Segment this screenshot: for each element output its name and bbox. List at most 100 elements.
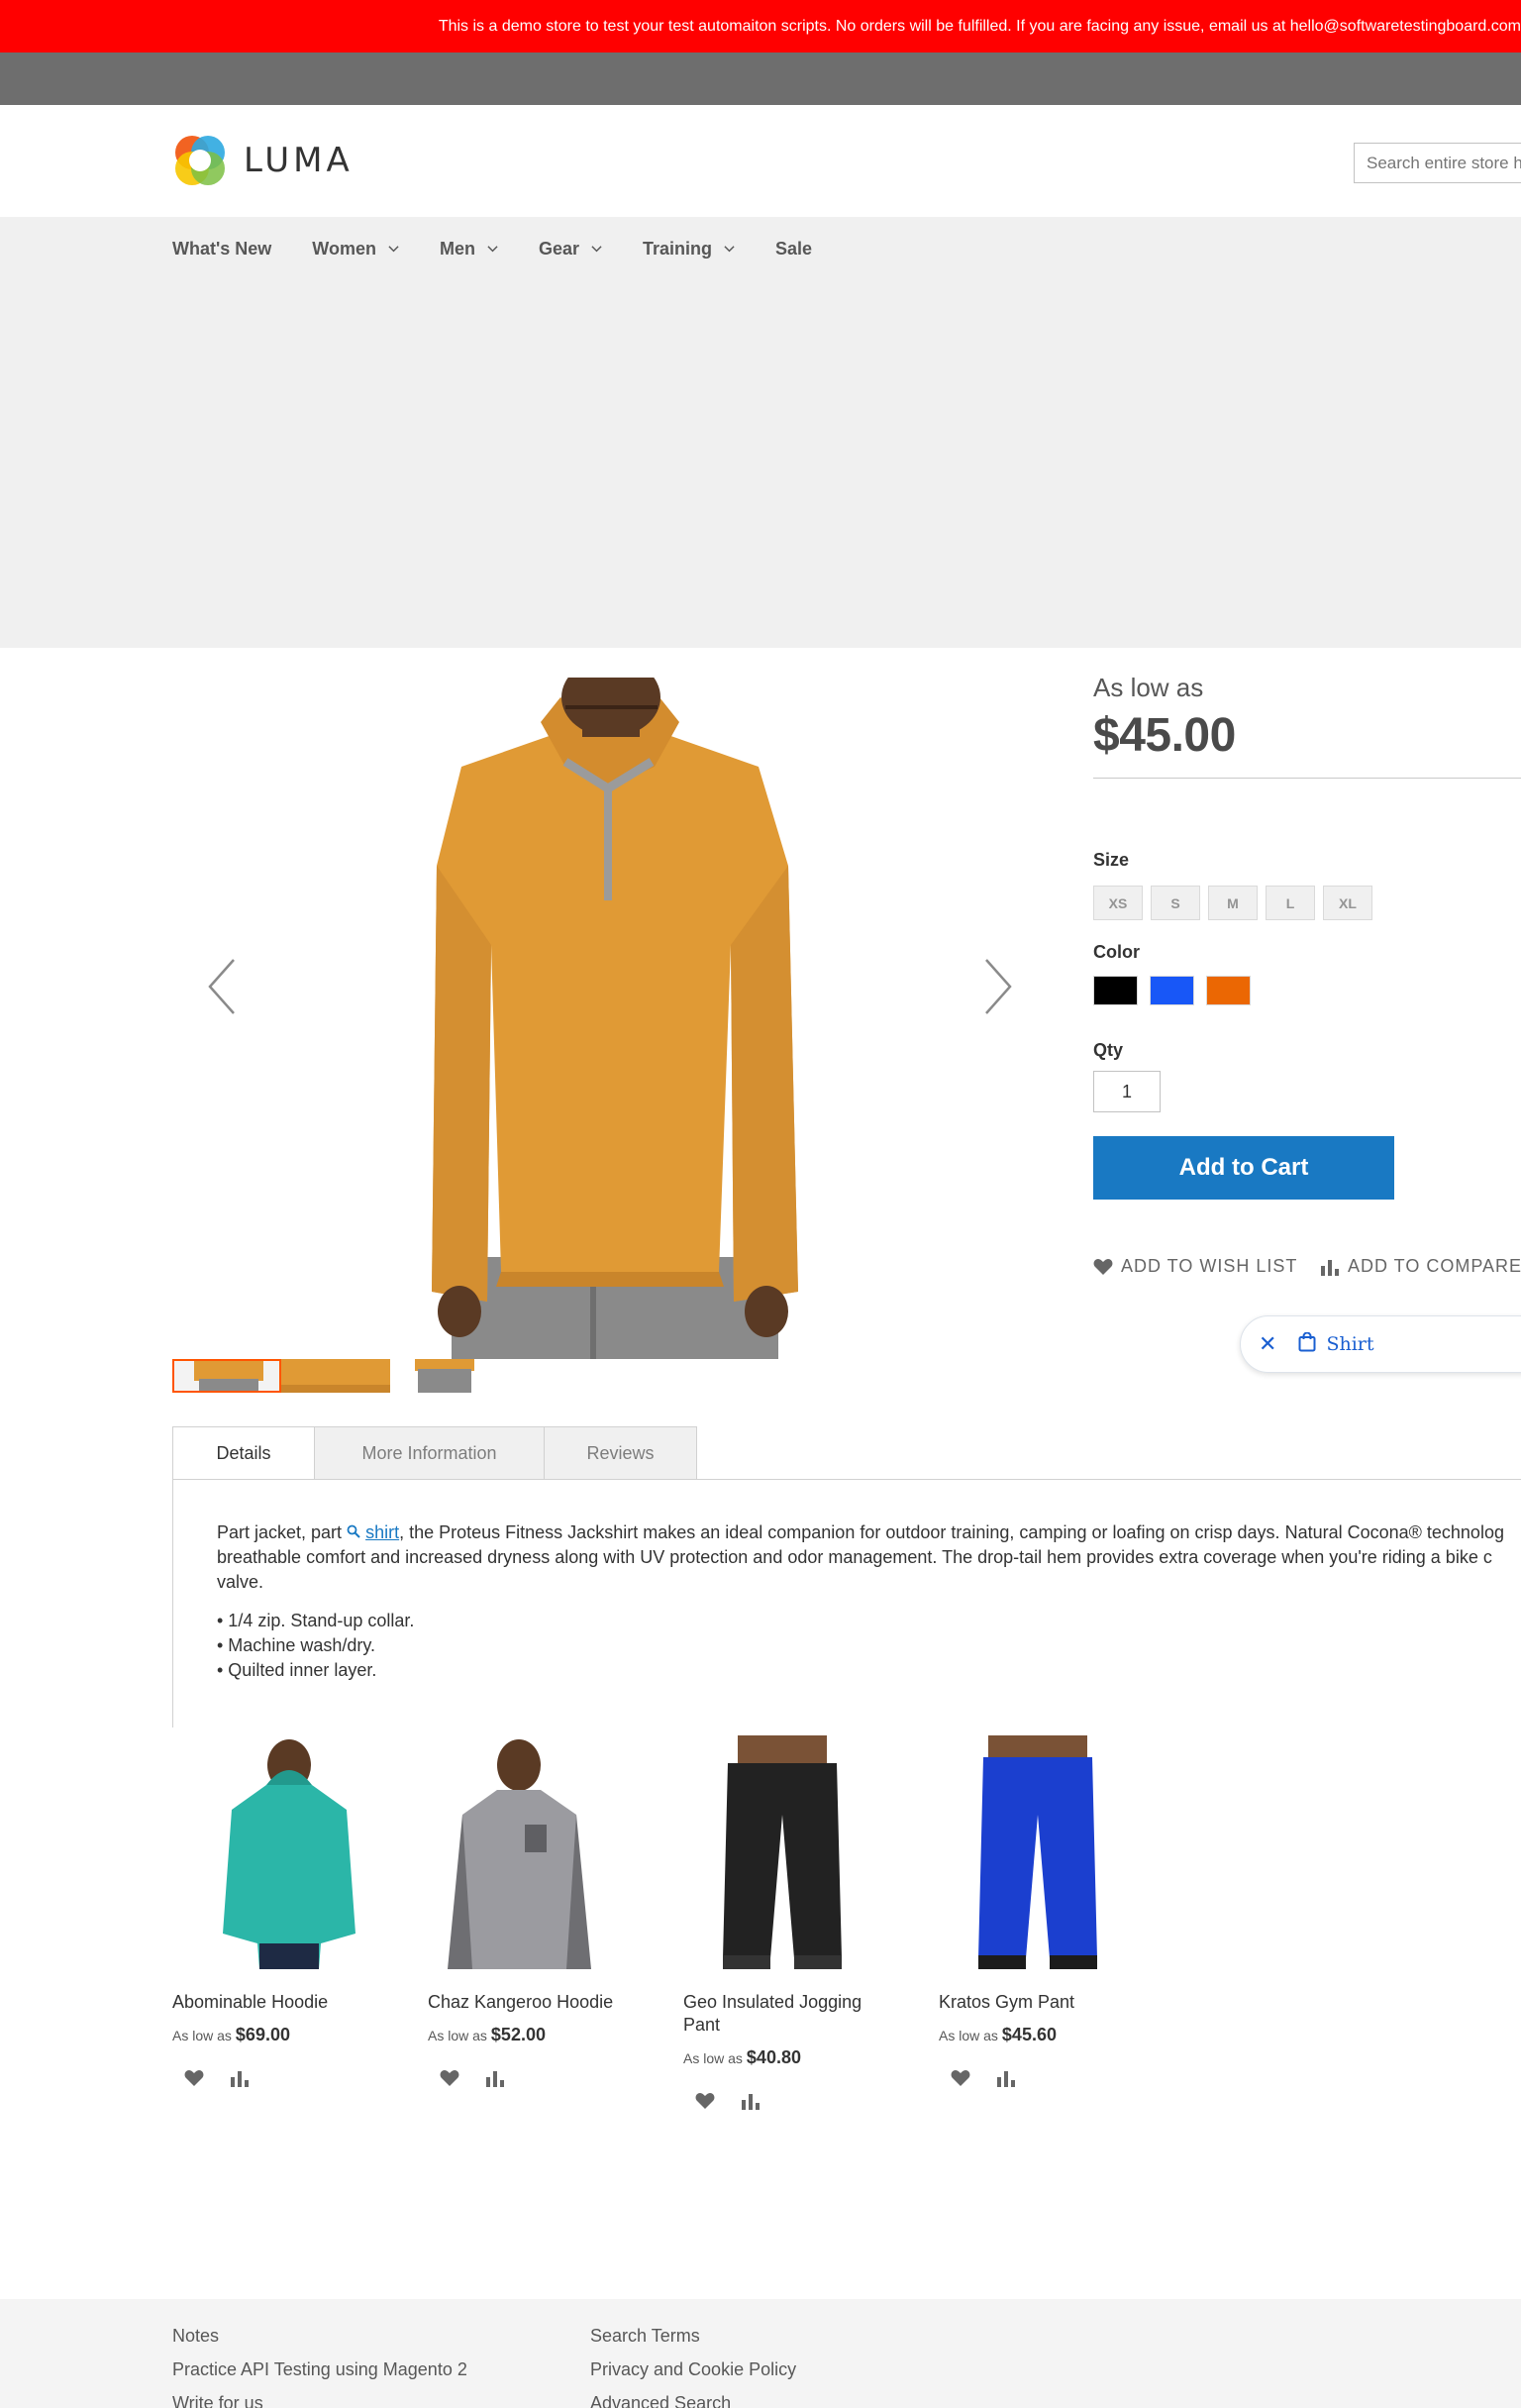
product-price: As low as $52.00 (428, 2025, 546, 2044)
search-input[interactable]: Search entire store here... (1354, 143, 1521, 183)
qty-label: Qty (1093, 1040, 1124, 1060)
nav-label: Gear (538, 238, 579, 259)
luma-logo-icon (172, 133, 228, 188)
search-shortcut-chip[interactable]: ✕ Shirt (1240, 1315, 1521, 1373)
description-text: , the Proteus Fitness Jackshirt makes an… (399, 1522, 1504, 1542)
compare-icon (1321, 1259, 1339, 1276)
footer-link[interactable]: Advanced Search (590, 2386, 796, 2408)
feature-item: • 1/4 zip. Stand-up collar. (217, 1611, 415, 1630)
heart-icon (1093, 1258, 1113, 1275)
add-to-cart-button[interactable]: Add to Cart (1093, 1136, 1394, 1200)
chip-label: Shirt (1326, 1333, 1374, 1355)
nav-label: Women (312, 238, 376, 259)
footer-link[interactable]: Privacy and Cookie Policy (590, 2353, 796, 2386)
footer-link[interactable]: Write for us (172, 2386, 467, 2408)
gallery-next-arrow[interactable] (980, 956, 1016, 1017)
heart-icon[interactable] (440, 2069, 459, 2087)
product-image[interactable] (428, 1735, 661, 1969)
gallery-thumbnail[interactable] (281, 1359, 390, 1393)
gallery-prev-arrow[interactable] (204, 956, 240, 1017)
product-name[interactable]: Kratos Gym Pant (939, 1991, 1137, 2014)
product-card: Geo Insulated Jogging Pant As low as $40.… (683, 1735, 939, 2110)
size-option-m[interactable]: M (1208, 886, 1258, 920)
qty-input[interactable]: 1 (1093, 1071, 1161, 1112)
product-image[interactable] (939, 1735, 1172, 1969)
heart-icon[interactable] (695, 2092, 715, 2110)
related-products: Abominable Hoodie As low as $69.00 Chaz K… (172, 1735, 1194, 2110)
description-text: breathable comfort and increased dryness… (217, 1547, 1492, 1567)
product-card: Abominable Hoodie As low as $69.00 (172, 1735, 428, 2110)
heart-icon[interactable] (951, 2069, 970, 2087)
product-main-image[interactable] (392, 658, 830, 1359)
compare-icon[interactable] (485, 2069, 505, 2087)
product-description: Part jacket, part shirt, the Proteus Fit… (217, 1520, 1521, 1595)
nav-label: Men (439, 238, 475, 259)
chevron-down-icon (591, 245, 602, 252)
color-swatches (1093, 976, 1263, 1005)
color-label: Color (1093, 942, 1140, 962)
shopping-bag-icon (1298, 1331, 1316, 1357)
description-text: valve. (217, 1572, 264, 1592)
demo-store-banner: This is a demo store to test your test a… (0, 0, 1521, 52)
search-icon (347, 1522, 360, 1542)
size-option-xs[interactable]: XS (1093, 886, 1143, 920)
product-tabs: Details More Information Reviews (172, 1426, 697, 1480)
nav-item-gear[interactable]: Gear (539, 239, 602, 260)
color-option[interactable] (1093, 976, 1138, 1005)
compare-icon[interactable] (741, 2092, 760, 2110)
footer-link[interactable]: Practice API Testing using Magento 2 (172, 2353, 467, 2386)
add-to-wishlist-link[interactable]: ADD TO WISH LIST (1093, 1256, 1297, 1277)
chevron-down-icon (487, 245, 498, 252)
nav-item-training[interactable]: Training (643, 239, 735, 260)
gallery-thumbnail[interactable] (172, 1359, 281, 1393)
wishlist-label: ADD TO WISH LIST (1121, 1256, 1298, 1276)
footer-link[interactable]: Search Terms (590, 2319, 796, 2353)
size-label: Size (1093, 850, 1130, 870)
color-option[interactable] (1206, 976, 1251, 1005)
add-to-compare-link[interactable]: ADD TO COMPARE (1320, 1256, 1521, 1277)
gallery-thumbnails (172, 1359, 499, 1395)
nav-item-men[interactable]: Men (440, 239, 498, 260)
footer-link[interactable]: Notes (172, 2319, 467, 2353)
product-price: As low as $45.60 (939, 2025, 1057, 2044)
feature-item: • Quilted inner layer. (217, 1660, 377, 1680)
close-icon[interactable]: ✕ (1259, 1332, 1276, 1357)
product-image[interactable] (172, 1735, 406, 1969)
nav-item-sale[interactable]: Sale (775, 239, 812, 260)
nav-item-women[interactable]: Women (312, 239, 399, 260)
size-swatches: XS S M L XL (1093, 886, 1380, 920)
compare-icon[interactable] (230, 2069, 250, 2087)
nav-item-what-s-new[interactable]: What's New (172, 239, 271, 260)
product-price: $45.00 (1093, 709, 1236, 762)
logo-text: LUMA (244, 141, 354, 180)
color-option[interactable] (1150, 976, 1194, 1005)
tab-more-information[interactable]: More Information (314, 1426, 545, 1480)
demo-banner-text: This is a demo store to test your test a… (438, 18, 1521, 35)
chevron-down-icon (724, 245, 735, 252)
product-card: Chaz Kangeroo Hoodie As low as $52.00 (428, 1735, 683, 2110)
feature-list: • 1/4 zip. Stand-up collar. • Machine wa… (217, 1609, 414, 1683)
heart-icon[interactable] (184, 2069, 204, 2087)
price-prefix: As low as (1093, 673, 1204, 702)
tab-panel-border (172, 1480, 173, 1727)
product-name[interactable]: Abominable Hoodie (172, 1991, 370, 2014)
product-name[interactable]: Chaz Kangeroo Hoodie (428, 1991, 626, 2014)
main-navigation: What's New Women Men Gear Training Sale (172, 234, 853, 263)
product-price: As low as $69.00 (172, 2025, 290, 2044)
size-option-xl[interactable]: XL (1323, 886, 1372, 920)
size-option-l[interactable]: L (1266, 886, 1315, 920)
luma-logo[interactable]: LUMA (172, 132, 370, 189)
product-image[interactable] (683, 1735, 917, 1969)
compare-icon[interactable] (996, 2069, 1016, 2087)
tab-reviews[interactable]: Reviews (544, 1426, 697, 1480)
nav-label: Sale (775, 238, 813, 259)
compare-label: ADD TO COMPARE (1348, 1256, 1521, 1276)
gallery-thumbnail[interactable] (390, 1359, 499, 1393)
footer-links-2: Search Terms Privacy and Cookie Policy A… (590, 2319, 796, 2408)
size-option-s[interactable]: S (1151, 886, 1200, 920)
tab-details[interactable]: Details (172, 1426, 315, 1480)
product-name[interactable]: Geo Insulated Jogging Pant (683, 1991, 881, 2037)
shirt-link[interactable]: shirt (365, 1522, 399, 1542)
nav-area (0, 217, 1521, 648)
nav-label: Training (643, 238, 713, 259)
